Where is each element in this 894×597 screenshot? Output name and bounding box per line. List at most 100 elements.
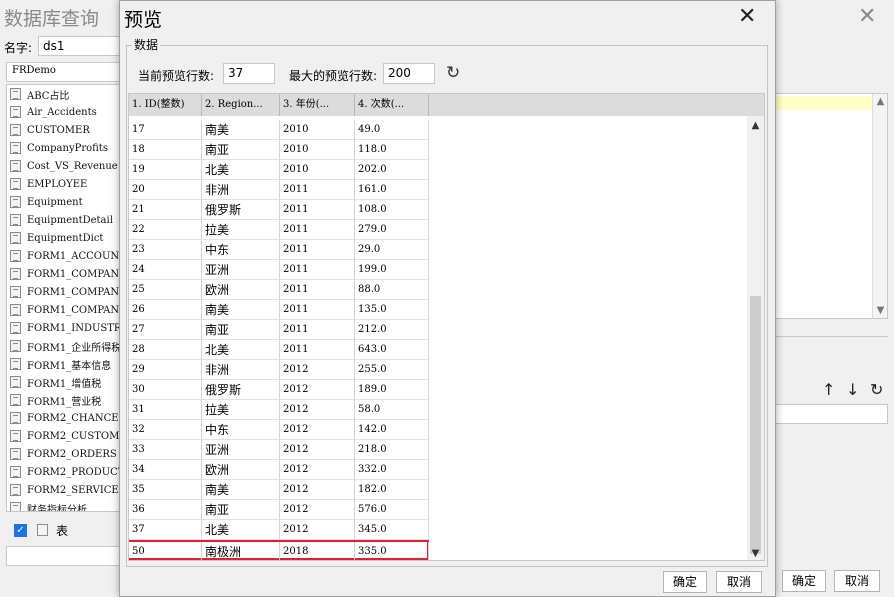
table-checkbox[interactable]: ✓ [14,523,27,537]
table-list-item[interactable]: FORM1_增值税 [7,373,119,391]
cell-year: 2012 [280,480,355,500]
table-list-item[interactable]: FORM2_PRODUCT [7,463,119,481]
scroll-thumb[interactable] [750,296,761,554]
scroll-up-icon[interactable]: ▲ [873,96,888,107]
table-list[interactable]: ABC占比 Air_Accidents CUSTOMER CompanyProfits… [6,84,120,512]
ok-button[interactable]: 确定 [663,571,707,593]
table-row[interactable]: 18 南亚 2010 118.0 [129,140,429,160]
table-list-item[interactable]: FORM1_COMPANYTYPE [7,301,119,319]
table-row[interactable]: 17 南美 2010 49.0 [129,120,429,140]
table-row[interactable]: 30 俄罗斯 2012 189.0 [129,380,429,400]
bg-cancel-button[interactable]: 取消 [834,570,880,592]
move-up-icon[interactable]: ↑ [822,380,835,399]
database-select[interactable]: FRDemo [6,62,120,82]
table-list-item[interactable]: ABC占比 [7,85,119,103]
table-icon [10,484,21,496]
table-list-item[interactable]: CompanyProfits [7,139,119,157]
table-list-item[interactable]: EMPLOYEE [7,175,119,193]
table-row[interactable]: 31 拉美 2012 58.0 [129,400,429,420]
table-row[interactable]: 19 北美 2010 202.0 [129,160,429,180]
table-list-item[interactable]: FORM1_COMPANY [7,265,119,283]
cell-count: 161.0 [355,180,429,200]
table-row[interactable]: 22 拉美 2011 279.0 [129,220,429,240]
cell-year: 2012 [280,520,355,540]
table-list-item[interactable]: FORM1_企业所得税 [7,337,119,355]
current-rows-label: 当前预览行数: [138,69,215,83]
table-list-item[interactable]: 财务指标分析 [7,499,119,511]
table-list-item[interactable]: EquipmentDict [7,229,119,247]
table-row[interactable]: 36 南亚 2012 576.0 [129,500,429,520]
table-row[interactable]: 24 亚洲 2011 199.0 [129,260,429,280]
table-row[interactable]: 20 非洲 2011 161.0 [129,180,429,200]
max-rows-field[interactable]: 200 [383,63,435,84]
close-icon[interactable]: ✕ [858,4,876,29]
cell-id: 34 [129,460,202,480]
table-icon [10,124,21,136]
table-list-item[interactable]: FORM2_CUSTOMER [7,427,119,445]
table-list-item[interactable]: CUSTOMER [7,121,119,139]
move-down-icon[interactable]: ↓ [846,380,859,399]
refresh-params-icon[interactable]: ↻ [870,380,883,399]
name-input[interactable]: ds1 [38,36,120,56]
table-row[interactable]: 35 南美 2012 182.0 [129,480,429,500]
table-list-item[interactable]: FORM2_CHANCE [7,409,119,427]
preview-grid[interactable]: 1. ID(整数) 2. Region... 3. 年份(... 4. 次数(.… [128,93,765,561]
refresh-icon[interactable]: ↻ [446,63,460,83]
table-list-item[interactable]: Cost_VS_Revenue [7,157,119,175]
table-list-item[interactable]: FORM1_基本信息 [7,355,119,373]
cell-year: 2012 [280,440,355,460]
table-row[interactable]: 32 中东 2012 142.0 [129,420,429,440]
bg-ok-button[interactable]: 确定 [782,570,826,592]
table-search-field[interactable] [6,546,120,566]
table-icon [10,250,21,262]
table-row[interactable]: 28 北美 2011 643.0 [129,340,429,360]
column-header-region[interactable]: 2. Region... [202,94,280,116]
table-row[interactable]: 23 中东 2011 29.0 [129,240,429,260]
cell-id: 23 [129,240,202,260]
cell-id: 27 [129,320,202,340]
cell-count: 643.0 [355,340,429,360]
table-filter-row[interactable]: ✓ 表 [6,516,120,544]
cell-year: 2010 [280,160,355,180]
table-list-item[interactable]: FORM1_INDUSTRY [7,319,119,337]
column-header-id[interactable]: 1. ID(整数) [129,94,202,116]
table-list-item[interactable]: FORM1_营业税 [7,391,119,409]
column-header-count[interactable]: 4. 次数(... [355,94,429,116]
scroll-down-icon[interactable]: ▼ [747,548,764,559]
cell-id: 22 [129,220,202,240]
parameter-field[interactable] [774,404,888,424]
table-list-item[interactable]: FORM1_ACCOUNTTITLE [7,247,119,265]
grid-scrollbar[interactable]: ▲ ▼ [747,116,764,560]
sql-editor-scrollbar[interactable]: ▲ ▼ [872,94,887,318]
cell-year: 2011 [280,320,355,340]
table-list-item[interactable]: Air_Accidents [7,103,119,121]
table-row[interactable]: 21 俄罗斯 2011 108.0 [129,200,429,220]
table-row[interactable]: 33 亚洲 2012 218.0 [129,440,429,460]
table-list-item[interactable]: FORM2_ORDERS [7,445,119,463]
scroll-up-icon[interactable]: ▲ [747,120,764,131]
table-row[interactable]: 27 南亚 2011 212.0 [129,320,429,340]
cell-region: 拉美 [202,220,280,240]
cell-year: 2012 [280,460,355,480]
close-icon[interactable]: ✕ [738,4,756,29]
table-row[interactable]: 29 非洲 2012 255.0 [129,360,429,380]
table-row[interactable]: 26 南美 2011 135.0 [129,300,429,320]
table-list-item[interactable]: FORM2_SERVICE [7,481,119,499]
scroll-down-icon[interactable]: ▼ [873,305,888,316]
table-list-item[interactable]: Equipment [7,193,119,211]
table-name: ABC占比 [27,90,70,102]
table-row[interactable]: 37 北美 2012 345.0 [129,520,429,540]
cell-count: 212.0 [355,320,429,340]
cancel-button[interactable]: 取消 [716,571,762,593]
selected-table-row[interactable]: 50 南极洲 2018 335.0 [129,540,429,560]
column-header-year[interactable]: 3. 年份(... [280,94,355,116]
table-row[interactable]: 25 欧洲 2011 88.0 [129,280,429,300]
cell-id: 29 [129,360,202,380]
table-name: FORM2_ORDERS [27,448,117,460]
table-icon [10,340,21,352]
current-rows-field[interactable]: 37 [223,63,275,84]
table-list-item[interactable]: EquipmentDetail [7,211,119,229]
table-row[interactable]: 34 欧洲 2012 332.0 [129,460,429,480]
sql-editor[interactable] [774,93,888,319]
table-list-item[interactable]: FORM1_COMPANYLIST [7,283,119,301]
